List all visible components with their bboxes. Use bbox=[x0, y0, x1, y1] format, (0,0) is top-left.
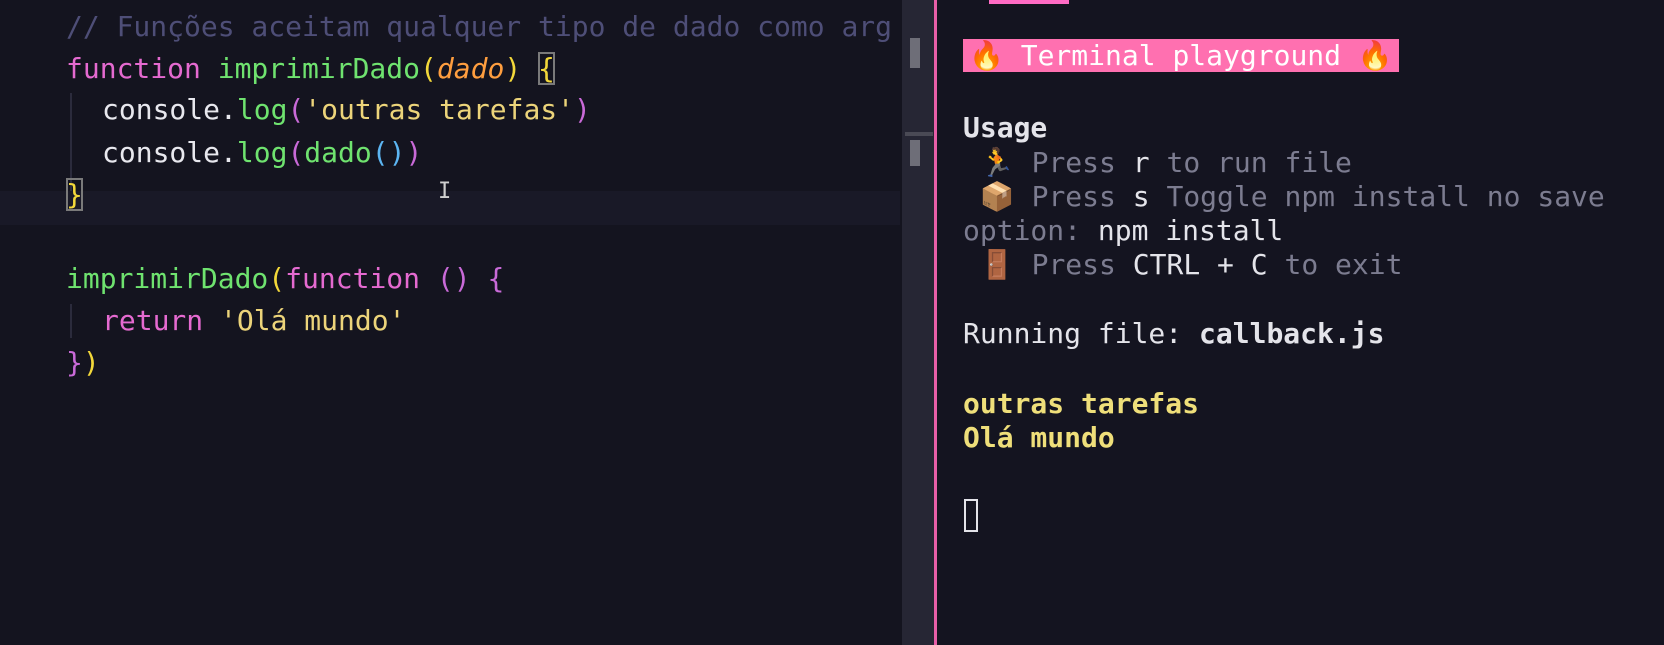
usage-run: 🏃 Press r to run file bbox=[963, 146, 1352, 180]
usage-text: Press bbox=[1031, 180, 1133, 213]
running-filename: callback.js bbox=[1199, 317, 1385, 350]
code-line-closing-call: }) bbox=[66, 346, 100, 380]
code-line-function-call: imprimirDado(function () { bbox=[66, 262, 504, 296]
call-parens: () bbox=[371, 136, 406, 169]
usage-key: s bbox=[1132, 180, 1150, 213]
paren-open: ( bbox=[268, 262, 286, 295]
code-editor[interactable]: // Funções aceitam qualquer tipo de dado… bbox=[0, 0, 900, 645]
paren-open: ( bbox=[420, 52, 437, 85]
call-dado: dado bbox=[304, 136, 372, 169]
banner-text: 🔥 Terminal playground 🔥 bbox=[963, 39, 1399, 72]
runner-icon: 🏃 bbox=[979, 146, 1015, 179]
usage-key: r bbox=[1132, 146, 1150, 179]
active-tab-indicator bbox=[989, 0, 1069, 4]
keyword-function: function bbox=[66, 52, 201, 85]
usage-toggle: 📦 Press s Toggle npm install no save bbox=[963, 180, 1605, 214]
paren-open: ( bbox=[287, 93, 305, 126]
string-literal: 'Olá mundo' bbox=[220, 304, 406, 337]
usage-title: Usage bbox=[963, 111, 1048, 144]
console-object: console. bbox=[102, 136, 237, 169]
code-comment: // Funções aceitam qualquer tipo de dado… bbox=[66, 10, 893, 43]
option-value: npm install bbox=[1097, 214, 1284, 247]
paren-open: ( bbox=[287, 136, 305, 169]
scrollbar-thumb-secondary[interactable] bbox=[910, 140, 920, 166]
brace-close: } bbox=[66, 346, 83, 379]
function-name: imprimirDado bbox=[66, 262, 269, 295]
string-literal: 'outras tarefas' bbox=[304, 93, 575, 126]
terminal-panel[interactable]: 🔥 Terminal playground 🔥 Usage 🏃 Press r … bbox=[937, 0, 1664, 645]
option-label: option: bbox=[963, 214, 1098, 247]
keyword-return: return bbox=[102, 304, 204, 337]
terminal-cursor bbox=[964, 499, 978, 532]
terminal-banner: 🔥 Terminal playground 🔥 bbox=[963, 39, 1399, 73]
usage-text: Press bbox=[1031, 248, 1133, 281]
code-line-console-log-2: console.log(dado()) bbox=[66, 136, 422, 170]
code-line-return: return 'Olá mundo' bbox=[66, 304, 405, 338]
editor-scrollbar[interactable] bbox=[902, 0, 934, 645]
running-label: Running file: bbox=[963, 317, 1200, 350]
matched-brace-close: } bbox=[66, 178, 83, 211]
usage-text: Toggle npm install no save bbox=[1149, 180, 1605, 213]
scrollbar-marker bbox=[905, 132, 933, 136]
package-icon: 📦 bbox=[979, 180, 1015, 213]
text-cursor-ibeam-icon: I bbox=[438, 179, 452, 204]
usage-option: option: npm install bbox=[963, 214, 1283, 248]
brace-open: { bbox=[487, 262, 505, 295]
scrollbar-thumb[interactable] bbox=[910, 38, 920, 68]
keyword-function: function bbox=[285, 262, 421, 295]
usage-key: CTRL + C bbox=[1132, 248, 1268, 281]
output-line: outras tarefas bbox=[963, 387, 1200, 420]
usage-text: to exit bbox=[1267, 248, 1403, 281]
paren-close: ) bbox=[405, 136, 423, 169]
code-line-console-log-1: console.log('outras tarefas') bbox=[66, 93, 591, 127]
code-line-closing-brace: } bbox=[66, 178, 83, 212]
param-dado: dado bbox=[436, 52, 505, 85]
paren-close: ) bbox=[82, 346, 100, 379]
usage-exit: 🚪 Press CTRL + C to exit bbox=[963, 248, 1403, 282]
log-method: log bbox=[236, 93, 288, 126]
console-object: console. bbox=[102, 93, 237, 126]
usage-text: Press bbox=[1031, 146, 1133, 179]
code-line-function-declaration: function imprimirDado(dado) { bbox=[66, 52, 555, 86]
output-line: Olá mundo bbox=[963, 421, 1115, 454]
running-file-line: Running file: callback.js bbox=[963, 317, 1384, 351]
paren-close: ) bbox=[504, 52, 522, 85]
log-method: log bbox=[236, 136, 288, 169]
door-icon: 🚪 bbox=[979, 248, 1015, 281]
empty-parens: () bbox=[436, 262, 471, 295]
function-name: imprimirDado bbox=[217, 52, 421, 85]
matched-brace-open: { bbox=[538, 52, 555, 85]
usage-text: to run file bbox=[1149, 146, 1352, 179]
paren-close: ) bbox=[574, 93, 591, 126]
